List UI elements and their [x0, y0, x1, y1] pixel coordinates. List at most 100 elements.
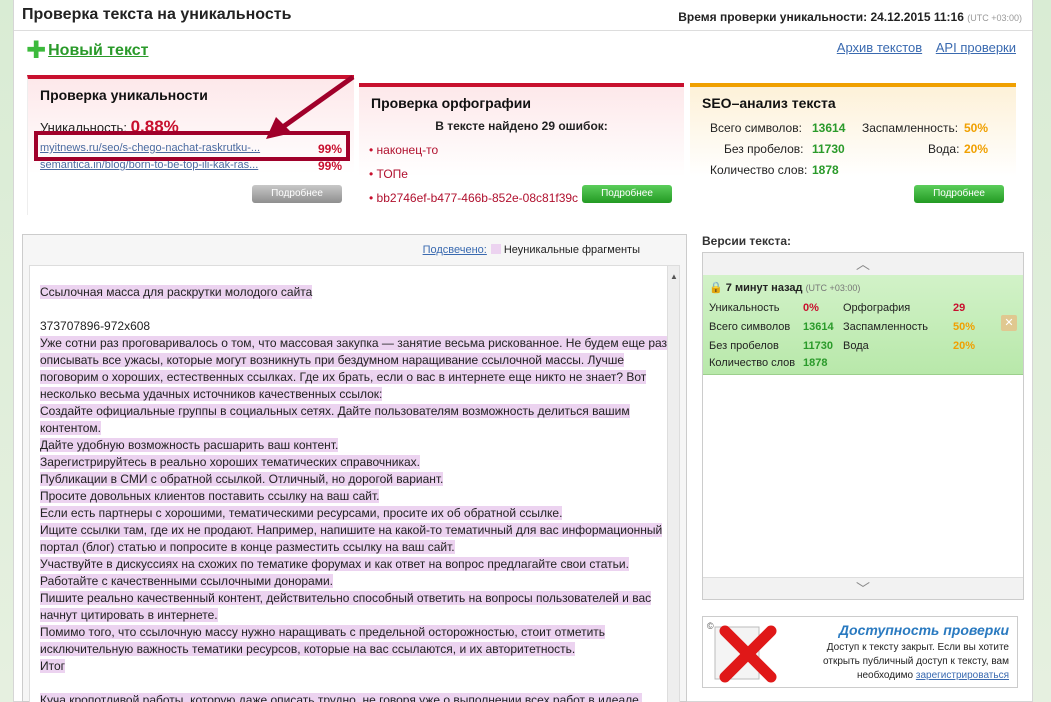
seo-words-label: Количество слов:: [710, 163, 808, 177]
page: Проверка текста на уникальность Время пр…: [13, 0, 1033, 702]
versions-list: ︿ 🔒 7 минут назад (UTC +03:00) Уникально…: [702, 252, 1024, 600]
top-links: Архив текстов API проверки: [827, 40, 1016, 55]
text-line: Зарегистрируйтесь в реально хороших тема…: [40, 454, 669, 471]
check-time-label: Время проверки уникальности: 24.12.2015 …: [678, 10, 964, 24]
scroll-up-icon[interactable]: ▲: [670, 268, 678, 285]
versions-down-icon[interactable]: ﹀: [703, 577, 1023, 599]
seo-water-label: Вода:: [928, 142, 960, 156]
highlight-legend: Подсвечено: Неуникальные фрагменты: [423, 244, 640, 256]
text-fragment: Куча кропотливой работы, которую даже оп…: [40, 693, 643, 702]
access-panel: © Доступность проверки Доступ к тексту з…: [702, 616, 1018, 688]
editor-scrollbar[interactable]: ▲: [667, 266, 679, 702]
text-line: Ищите ссылки там, где их не продают. Нап…: [40, 522, 669, 556]
version-tz: (UTC +03:00): [805, 283, 861, 293]
v-uniq: 0%: [803, 302, 819, 314]
v-nospace-label: Без пробелов: [709, 340, 779, 352]
v-uniq-label: Уникальность: [709, 302, 780, 314]
text-line: Ссылочная масса для раскрутки молодого с…: [40, 284, 669, 301]
check-time: Время проверки уникальности: 24.12.2015 …: [678, 10, 1022, 24]
text-line: Создайте официальные группы в социальных…: [40, 403, 669, 437]
spelling-found: В тексте найдено 29 ошибок:: [435, 119, 608, 133]
versions-title: Версии текста:: [702, 234, 792, 248]
register-link[interactable]: зарегистрироваться: [916, 670, 1009, 681]
new-text-link[interactable]: ✚ Новый текст: [26, 37, 149, 64]
text-fragment: Публикации в СМИ с обратной ссылкой. Отл…: [40, 472, 444, 486]
topbar: Проверка текста на уникальность Время пр…: [14, 0, 1032, 31]
plus-icon: ✚: [26, 37, 47, 64]
version-item[interactable]: 🔒 7 минут назад (UTC +03:00) Уникальност…: [703, 275, 1023, 375]
seo-words: 1878: [812, 163, 839, 177]
seo-nospace-label: Без пробелов:: [724, 142, 804, 156]
text-line: Помимо того, что ссылочную массу нужно н…: [40, 624, 669, 658]
legend-label: Неуникальные фрагменты: [503, 244, 640, 256]
text-fragment: Зарегистрируйтесь в реально хороших тема…: [40, 455, 420, 469]
spelling-error[interactable]: наконец-то: [369, 143, 579, 157]
text-line: 373707896-972x608: [40, 318, 669, 335]
text-line: Пишите реально качественный контент, дей…: [40, 590, 669, 624]
seo-card: SEO–анализ текста Всего символов: 13614 …: [690, 83, 1016, 215]
text-fragment: Участвуйте в дискуссиях на схожих по тем…: [40, 557, 629, 571]
api-link[interactable]: API проверки: [936, 40, 1016, 55]
text-line: Итог: [40, 658, 669, 675]
seo-total-label: Всего символов:: [710, 121, 802, 135]
v-water: 20%: [953, 340, 976, 352]
text-fragment: Создайте официальные группы в социальных…: [40, 404, 630, 435]
text-fragment: Помимо того, что ссылочную массу нужно н…: [40, 625, 606, 656]
seo-nospace: 11730: [812, 142, 845, 156]
spelling-more-button[interactable]: Подробнее: [582, 185, 672, 203]
seo-more-button[interactable]: Подробнее: [914, 185, 1004, 203]
text-line: [40, 675, 669, 692]
text-line: Просите довольных клиентов поставить ссы…: [40, 488, 669, 505]
source-pct-2: 99%: [317, 159, 342, 173]
access-title: Доступность проверки: [838, 622, 1009, 638]
text-fragment: 373707896-972x608: [40, 319, 151, 333]
seo-total: 13614: [812, 121, 846, 135]
seo-water: 20%: [964, 142, 989, 156]
check-time-tz: (UTC +03:00): [967, 13, 1022, 23]
text-fragment: Просите довольных клиентов поставить ссы…: [40, 489, 380, 503]
access-desc: Доступ к тексту закрыт. Если вы хотите о…: [799, 641, 1009, 683]
v-spell: 29: [953, 302, 966, 314]
text-fragment: Ищите ссылки там, где их не продают. Нап…: [40, 523, 663, 554]
spelling-error[interactable]: bb2746ef-b477-466b-852e-08c81f39c: [369, 191, 579, 205]
highlight-link[interactable]: Подсвечено:: [423, 244, 487, 256]
annotation-arrow-icon: [266, 74, 355, 139]
v-total-label: Всего символов: [709, 321, 791, 333]
lock-icon: 🔒: [709, 282, 723, 294]
spelling-error[interactable]: ТОПе: [369, 167, 579, 181]
text-line: Дайте удобную возможность расшарить ваш …: [40, 437, 669, 454]
v-spam-label: Заспамленность: [843, 321, 928, 333]
text-fragment: Уже сотни раз проговаривалось о том, что…: [40, 336, 668, 401]
version-time: 🔒 7 минут назад (UTC +03:00): [709, 281, 860, 294]
text-line: [40, 301, 669, 318]
v-nospace: 11730: [803, 340, 833, 352]
text-line: Работайте с качественными ссылочными дон…: [40, 573, 669, 590]
new-text-label: Новый текст: [48, 42, 149, 59]
v-spell-label: Орфография: [843, 302, 911, 314]
versions-panel: Версии текста: ︿ 🔒 7 минут назад (UTC +0…: [702, 234, 1026, 600]
spelling-card: Проверка орфографии В тексте найдено 29 …: [359, 83, 684, 215]
seo-stats: Всего символов: 13614 Заспамленность: 50…: [702, 121, 1016, 184]
red-cross-icon: [714, 625, 777, 683]
delete-version-icon[interactable]: ✕: [1001, 315, 1017, 331]
seo-title: SEO–анализ текста: [702, 95, 836, 111]
page-title: Проверка текста на уникальность: [22, 6, 292, 23]
highlight-swatch: [490, 244, 501, 254]
text-fragment: Дайте удобную возможность расшарить ваш …: [40, 438, 339, 452]
result-cards: Проверка уникальности Уникальность: 0.88…: [27, 74, 1022, 215]
v-words: 1878: [803, 357, 828, 369]
text-fragment: Пишите реально качественный контент, дей…: [40, 591, 652, 622]
text-line: Если есть партнеры с хорошими, тематичес…: [40, 505, 669, 522]
v-words-label: Количество слов: [709, 357, 796, 369]
text-fragment: Ссылочная масса для раскрутки молодого с…: [40, 285, 313, 299]
seo-spam: 50%: [964, 121, 989, 135]
v-water-label: Вода: [843, 340, 869, 352]
text-body[interactable]: Ссылочная масса для раскрутки молодого с…: [29, 265, 680, 702]
text-line: Куча кропотливой работы, которую даже оп…: [40, 692, 669, 702]
editor-header: Подсвечено: Неуникальные фрагменты: [23, 235, 686, 265]
uniqueness-more-button[interactable]: Подробнее: [252, 185, 342, 203]
seo-spam-label: Заспамленность:: [862, 121, 959, 135]
version-time-label: 7 минут назад: [725, 282, 803, 294]
archive-link[interactable]: Архив текстов: [837, 40, 922, 55]
versions-up-icon[interactable]: ︿: [703, 253, 1023, 275]
